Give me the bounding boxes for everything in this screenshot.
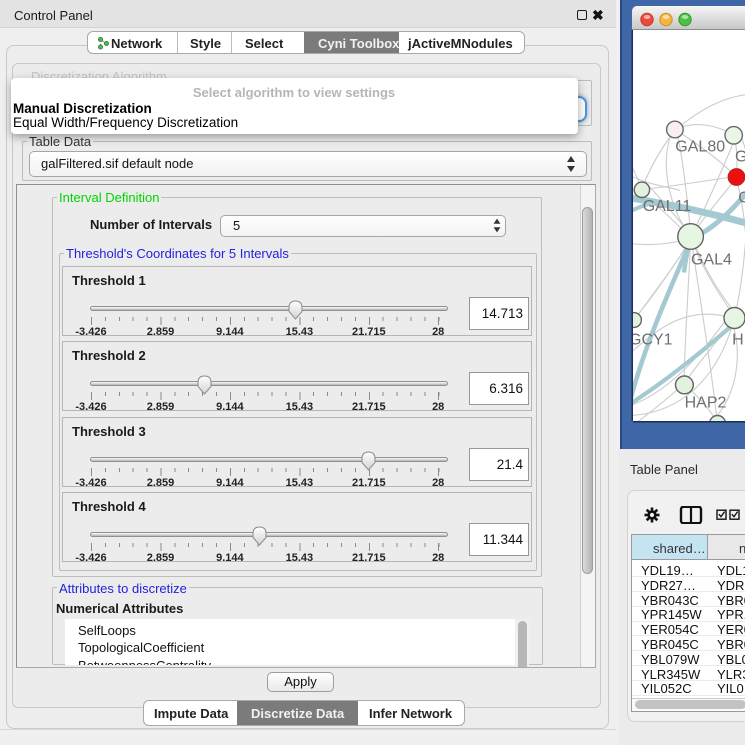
svg-text:GA: GA <box>735 148 745 165</box>
svg-text:GAL80: GAL80 <box>675 138 725 155</box>
svg-text:HAP2: HAP2 <box>685 394 727 411</box>
svg-text:C: C <box>738 189 745 206</box>
svg-text:H: H <box>732 331 744 348</box>
svg-text:GAL11: GAL11 <box>643 198 692 215</box>
svg-text:GCY1: GCY1 <box>633 331 673 348</box>
svg-text:GAL4: GAL4 <box>691 251 732 268</box>
